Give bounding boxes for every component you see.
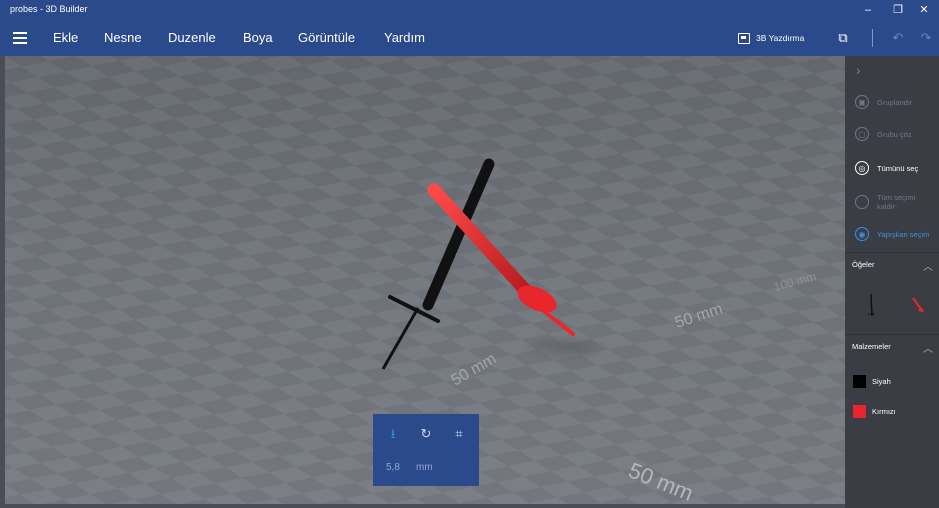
chevron-right-icon[interactable]: ›	[856, 62, 861, 78]
material-siyah[interactable]: Siyah	[853, 374, 891, 388]
deselect-icon	[855, 195, 869, 209]
ungroup-icon: ▢	[855, 127, 869, 141]
maximize-button[interactable]: ❐	[886, 2, 910, 18]
minimize-button[interactable]: –	[856, 2, 880, 18]
transform-toolbox: ⭳ ↻ ⌗ 5,8 mm	[373, 414, 479, 486]
hamburger-menu-icon[interactable]	[13, 32, 27, 44]
redo-icon[interactable]: ↷	[916, 28, 936, 48]
dimension-value[interactable]: 5,8	[386, 462, 400, 473]
sticky-select-icon: ◉	[855, 227, 869, 241]
menu-ekle[interactable]: Ekle	[53, 30, 78, 45]
select-all-label: Tümünü seç	[877, 163, 919, 173]
group-icon: ▣	[855, 95, 869, 109]
color-swatch	[853, 404, 866, 418]
undo-icon[interactable]: ↶	[888, 28, 908, 48]
dimension-unit: mm	[416, 462, 433, 473]
menu-goruntule[interactable]: Görüntüle	[298, 30, 355, 45]
menu-nesne[interactable]: Nesne	[104, 30, 142, 45]
chevron-up-icon[interactable]: ︿	[923, 258, 933, 273]
menu-duzenle[interactable]: Duzenle	[168, 30, 216, 45]
window-title: probes - 3D Builder	[10, 4, 88, 14]
chevron-up-icon[interactable]: ︿	[923, 340, 933, 355]
ungroup-button[interactable]: ▢ Grubu çöz	[845, 118, 939, 150]
move-icon[interactable]: ⭳	[385, 426, 401, 442]
color-swatch	[853, 374, 866, 388]
deselect-all-button[interactable]: Tüm seçimi kaldır	[845, 186, 939, 218]
material-kirmizi[interactable]: Kırmızı	[853, 404, 896, 418]
right-panel: › ▣ Gruplandır ▢ Grubu çöz ◎ Tümünü seç …	[845, 56, 939, 508]
menu-boya[interactable]: Boya	[243, 30, 273, 45]
material-label: Siyah	[872, 376, 891, 386]
menu-yardim[interactable]: Yardım	[384, 30, 425, 45]
group-label: Gruplandır	[877, 97, 913, 107]
item-thumbnail-black[interactable]	[857, 290, 887, 320]
material-label: Kırmızı	[872, 406, 896, 416]
share-icon[interactable]: ⧉	[833, 28, 853, 48]
item-thumbnail-red[interactable]	[901, 290, 931, 320]
sticky-select-label: Yapışkan seçim	[877, 229, 930, 239]
menu-divider	[872, 29, 873, 47]
menu-bar: Ekle Nesne Duzenle Boya Görüntüle Yardım…	[0, 20, 939, 56]
materials-section-header[interactable]: Malzemeler ︿	[845, 334, 939, 364]
group-button[interactable]: ▣ Gruplandır	[845, 86, 939, 118]
materials-title: Malzemeler	[852, 342, 891, 351]
ungroup-label: Grubu çöz	[877, 129, 912, 139]
scale-icon[interactable]: ⌗	[451, 426, 467, 442]
3d-print-label: 3B Yazdırma	[756, 33, 805, 43]
printer-icon	[738, 32, 750, 44]
close-button[interactable]: ✕	[912, 2, 936, 18]
select-all-icon: ◎	[855, 161, 869, 175]
title-bar: probes - 3D Builder – ❐ ✕	[0, 0, 939, 20]
select-all-button[interactable]: ◎ Tümünü seç	[845, 152, 939, 184]
rotate-icon[interactable]: ↻	[418, 426, 434, 442]
deselect-all-label: Tüm seçimi kaldır	[877, 193, 916, 211]
items-title: Öğeler	[852, 260, 875, 269]
sticky-select-button[interactable]: ◉ Yapışkan seçim	[845, 218, 939, 250]
object-shadow	[521, 334, 609, 362]
items-section-header[interactable]: Öğeler ︿	[845, 252, 939, 282]
3d-print-button[interactable]: 3B Yazdırma	[738, 30, 804, 46]
